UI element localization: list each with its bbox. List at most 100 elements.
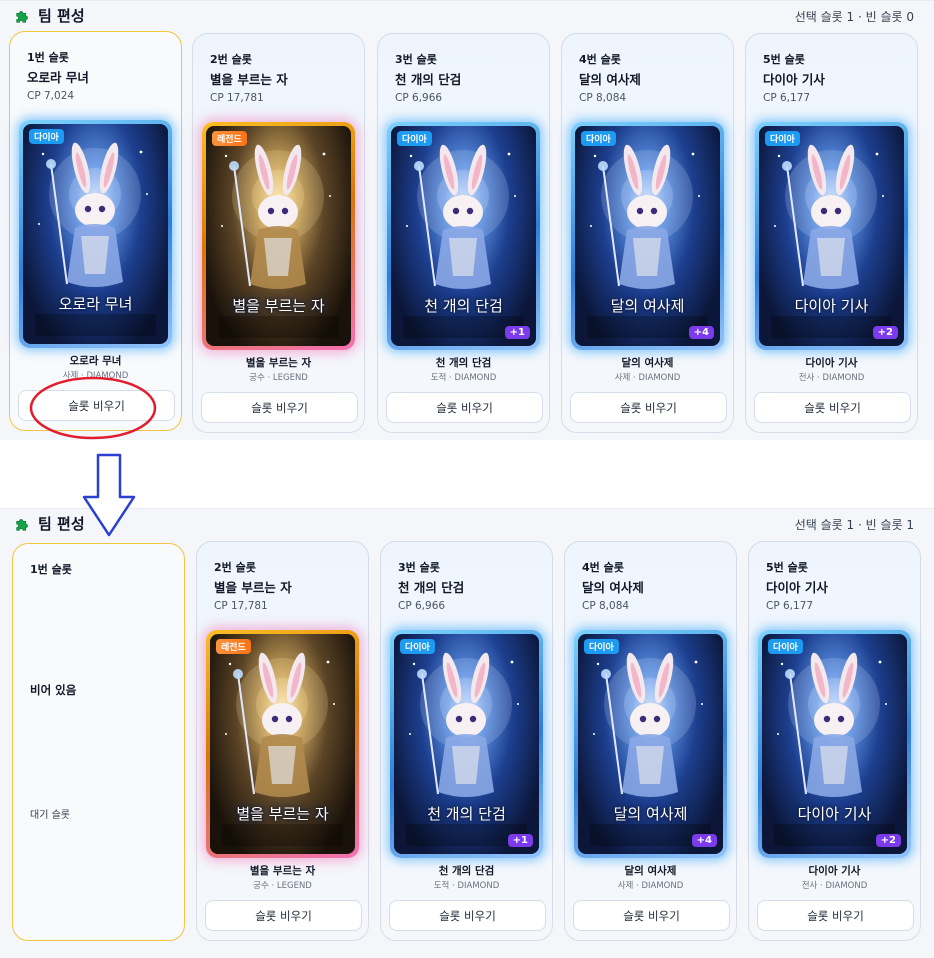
character-card[interactable]: 다이아 달의 여사제 +4 xyxy=(574,630,727,858)
rarity-badge: 다이아 xyxy=(400,639,435,654)
character-name: 다이아 기사 xyxy=(805,357,858,369)
slot-label: 2번 슬롯 xyxy=(214,561,256,574)
combat-power: CP 8,084 xyxy=(582,600,630,612)
character-card[interactable]: 다이아 다이아 기사 +2 xyxy=(758,630,911,858)
character-class: 도적 · DIAMOND xyxy=(433,881,500,891)
slot-status: 선택 슬롯 1 · 빈 슬롯 0 xyxy=(794,10,914,24)
slot-status: 선택 슬롯 1 · 빈 슬롯 1 xyxy=(794,518,914,532)
card-art-frame: 다이아 다이아 기사 +2 xyxy=(759,126,904,346)
clear-slot-button[interactable]: 슬롯 비우기 xyxy=(570,392,727,423)
combat-power: CP 7,024 xyxy=(27,90,75,102)
slot-label: 2번 슬롯 xyxy=(210,53,252,66)
character-class: 궁수 · LEGEND xyxy=(253,881,312,891)
character-name: 다이아 기사 xyxy=(808,865,861,877)
wait-label: 대기 슬롯 xyxy=(30,810,70,821)
slot-1-empty[interactable]: 1번 슬롯 비어 있음 대기 슬롯 xyxy=(12,543,185,941)
team-formation-panel-after: 팀 편성 선택 슬롯 1 · 빈 슬롯 1 1번 슬롯 비어 있음 대기 슬롯 … xyxy=(0,508,934,958)
character-name: 별을 부르는 자 xyxy=(249,865,316,877)
clear-slot-button[interactable]: 슬롯 비우기 xyxy=(386,392,543,423)
clear-slot-button[interactable]: 슬롯 비우기 xyxy=(205,900,362,931)
clear-slot-button[interactable]: 슬롯 비우기 xyxy=(201,392,358,423)
card-title: 달의 여사제 xyxy=(610,297,685,315)
character-class: 사제 · DIAMOND xyxy=(614,373,681,383)
card-art-frame: 레전드 별을 부르는 자 xyxy=(206,126,351,346)
character-class: 궁수 · LEGEND xyxy=(249,373,308,383)
slot-card[interactable]: 3번 슬롯 천 개의 단검 CP 6,966 다이아 천 개의 단검 +1 천 … xyxy=(377,33,550,433)
combat-power: CP 17,781 xyxy=(214,600,268,612)
panel-header: 팀 편성 선택 슬롯 1 · 빈 슬롯 1 xyxy=(0,509,934,539)
panel-title-text: 팀 편성 xyxy=(38,515,85,533)
combat-power: CP 17,781 xyxy=(210,92,264,104)
slot-card[interactable]: 2번 슬롯 별을 부르는 자 CP 17,781 레전드 별을 부르는 자 별을… xyxy=(192,33,365,433)
slot-character-name: 천 개의 단검 xyxy=(398,580,465,595)
rarity-badge: 레전드 xyxy=(212,131,247,146)
enhance-badge: +2 xyxy=(872,326,898,339)
character-card[interactable]: 다이아 달의 여사제 +4 xyxy=(571,122,724,350)
combat-power: CP 6,177 xyxy=(763,92,811,104)
character-name: 별을 부르는 자 xyxy=(245,357,312,369)
card-art-frame: 다이아 달의 여사제 +4 xyxy=(578,634,723,854)
slot-character-name: 천 개의 단검 xyxy=(395,72,462,87)
character-name: 달의 여사제 xyxy=(621,357,674,369)
rarity-badge: 다이아 xyxy=(765,131,800,146)
slot-character-name: 오로라 무녀 xyxy=(27,70,89,85)
character-card[interactable]: 다이아 다이아 기사 +2 xyxy=(755,122,908,350)
card-title: 다이아 기사 xyxy=(794,297,869,315)
card-art-frame: 다이아 달의 여사제 +4 xyxy=(575,126,720,346)
card-art-frame: 레전드 별을 부르는 자 xyxy=(210,634,355,854)
character-card[interactable]: 다이아 천 개의 단검 +1 xyxy=(390,630,543,858)
rarity-badge: 다이아 xyxy=(29,129,64,144)
card-title: 별을 부르는 자 xyxy=(236,805,329,823)
character-class: 사제 · DIAMOND xyxy=(62,371,129,381)
slot-card[interactable]: 5번 슬롯 다이아 기사 CP 6,177 다이아 다이아 기사 +2 다이아 … xyxy=(745,33,918,433)
clear-slot-button[interactable]: 슬롯 비우기 xyxy=(573,900,730,931)
rarity-badge: 레전드 xyxy=(216,639,251,654)
enhance-badge: +4 xyxy=(691,834,717,847)
rarity-badge: 다이아 xyxy=(397,131,432,146)
character-name: 천 개의 단검 xyxy=(438,865,495,877)
slot-label: 4번 슬롯 xyxy=(579,53,621,66)
character-card[interactable]: 다이아 오로라 무녀 xyxy=(19,120,172,348)
enhance-badge: +1 xyxy=(507,834,533,847)
clear-slot-button[interactable]: 슬롯 비우기 xyxy=(757,900,914,931)
character-name: 천 개의 단검 xyxy=(435,357,492,369)
combat-power: CP 6,177 xyxy=(766,600,814,612)
card-title: 천 개의 단검 xyxy=(427,805,506,823)
enhance-badge: +1 xyxy=(504,326,530,339)
combat-power: CP 8,084 xyxy=(579,92,627,104)
panel-title-text: 팀 편성 xyxy=(38,7,85,25)
card-title: 달의 여사제 xyxy=(613,805,688,823)
combat-power: CP 6,966 xyxy=(398,600,446,612)
panel-header: 팀 편성 선택 슬롯 1 · 빈 슬롯 0 xyxy=(0,1,934,31)
character-name: 오로라 무녀 xyxy=(69,355,122,367)
slot-card[interactable]: 5번 슬롯 다이아 기사 CP 6,177 다이아 다이아 기사 +2 다이아 … xyxy=(748,541,921,941)
slot-card[interactable]: 2번 슬롯 별을 부르는 자 CP 17,781 레전드 별을 부르는 자 별을… xyxy=(196,541,369,941)
panel-title: 팀 편성 xyxy=(14,5,85,26)
clear-slot-button[interactable]: 슬롯 비우기 xyxy=(754,392,911,423)
clear-slot-button[interactable]: 슬롯 비우기 xyxy=(389,900,546,931)
enhance-badge: +4 xyxy=(688,326,714,339)
slot-card[interactable]: 1번 슬롯 오로라 무녀 CP 7,024 다이아 오로라 무녀 오로라 무녀 xyxy=(9,31,182,431)
card-title: 다이아 기사 xyxy=(797,805,872,823)
character-class: 도적 · DIAMOND xyxy=(430,373,497,383)
slot-card[interactable]: 4번 슬롯 달의 여사제 CP 8,084 다이아 달의 여사제 +4 달의 여… xyxy=(564,541,737,941)
clear-slot-button[interactable]: 슬롯 비우기 xyxy=(18,390,175,421)
empty-label: 비어 있음 xyxy=(30,683,77,697)
slot-label: 4번 슬롯 xyxy=(582,561,624,574)
character-class: 사제 · DIAMOND xyxy=(617,881,684,891)
card-art-frame: 다이아 다이아 기사 +2 xyxy=(762,634,907,854)
team-formation-panel-before: 팀 편성 선택 슬롯 1 · 빈 슬롯 0 1번 슬롯 오로라 무녀 CP 7,… xyxy=(0,0,934,440)
character-class: 전사 · DIAMOND xyxy=(801,881,868,891)
character-class: 전사 · DIAMOND xyxy=(798,373,865,383)
slot-label: 5번 슬롯 xyxy=(766,561,808,574)
character-card[interactable]: 레전드 별을 부르는 자 xyxy=(202,122,355,350)
slot-card[interactable]: 4번 슬롯 달의 여사제 CP 8,084 다이아 달의 여사제 +4 달의 여… xyxy=(561,33,734,433)
rarity-badge: 다이아 xyxy=(581,131,616,146)
puzzle-icon xyxy=(16,10,28,23)
character-card[interactable]: 레전드 별을 부르는 자 xyxy=(206,630,359,858)
card-art-frame: 다이아 천 개의 단검 +1 xyxy=(391,126,536,346)
slot-label: 1번 슬롯 xyxy=(27,51,69,64)
character-card[interactable]: 다이아 천 개의 단검 +1 xyxy=(387,122,540,350)
slot-card[interactable]: 3번 슬롯 천 개의 단검 CP 6,966 다이아 천 개의 단검 +1 천 … xyxy=(380,541,553,941)
slot-character-name: 달의 여사제 xyxy=(579,72,641,87)
